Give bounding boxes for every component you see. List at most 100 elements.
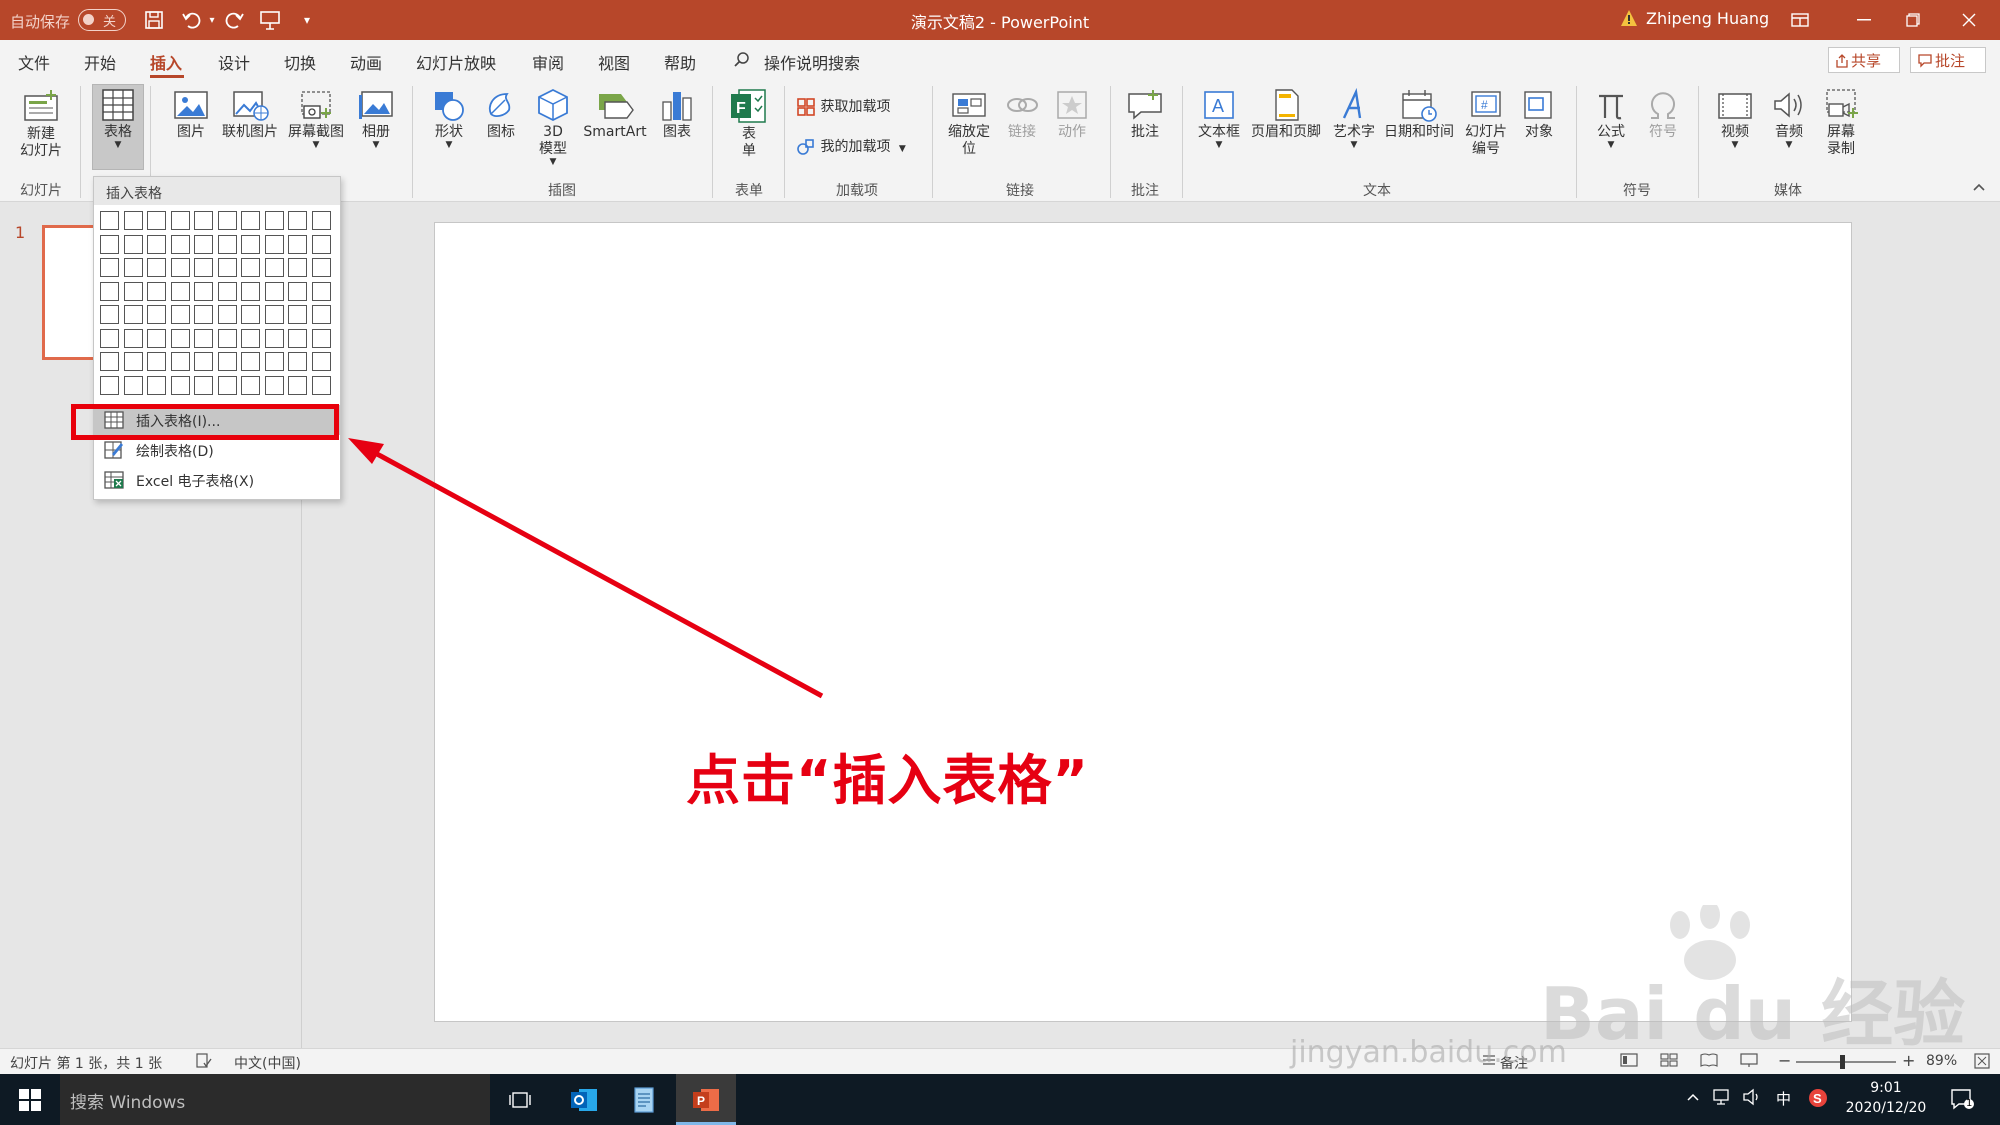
forms-button[interactable]: F 表 单 [722,88,776,160]
table-grid-cell[interactable] [100,305,119,324]
spellcheck-icon[interactable] [196,1053,212,1073]
table-grid-cell[interactable] [147,352,166,371]
object-button[interactable]: 对象 [1514,88,1564,141]
table-grid-cell[interactable] [170,234,190,254]
table-grid-cell[interactable] [100,375,119,395]
textbox-button[interactable]: A 文本框 ▼ [1192,88,1246,150]
language-indicator[interactable]: 中文(中国) [234,1053,301,1073]
table-grid-cell[interactable] [194,211,213,230]
redo-icon[interactable] [222,8,246,32]
table-grid-cell[interactable] [123,305,143,324]
normal-view-icon[interactable] [1620,1053,1638,1071]
table-grid-cell[interactable] [311,352,331,371]
table-grid-cell[interactable] [217,281,237,301]
powerpoint-taskbar-button[interactable]: P [676,1074,736,1125]
table-grid-cell[interactable] [241,234,260,254]
screen-recording-button[interactable]: 屏幕 录制 [1816,88,1866,158]
minimize-icon[interactable] [1840,0,1888,40]
table-grid-cell[interactable] [264,211,284,230]
volume-icon[interactable] [1742,1088,1762,1110]
table-grid-cell[interactable] [100,258,119,277]
new-slide-button[interactable]: 新建 幻灯片 [8,88,74,160]
slide-canvas[interactable] [434,222,1852,1022]
zoom-button[interactable]: 缩放定 位 [940,88,998,158]
tab-insert[interactable]: 插入 [150,50,182,74]
collapse-ribbon-icon[interactable] [1972,180,1986,196]
task-view-button[interactable] [490,1074,550,1125]
excel-spreadsheet-item[interactable]: Excel 电子表格(X) [94,465,340,495]
slide-number-button[interactable]: # 幻灯片 编号 [1458,88,1514,158]
tab-view[interactable]: 视图 [598,50,630,74]
new-comment-button[interactable]: 批注 [1120,88,1170,141]
table-grid-cell[interactable] [288,258,307,277]
table-grid-cell[interactable] [241,305,260,324]
table-grid-cell[interactable] [170,305,190,324]
customize-toolbar-icon[interactable]: ▾ [295,8,319,32]
icons-button[interactable]: 图标 [476,88,526,141]
table-grid-cell[interactable] [123,281,143,301]
network-icon[interactable] [1712,1088,1732,1110]
share-button[interactable]: 共享 [1828,47,1900,73]
table-grid-cell[interactable] [147,258,166,277]
table-grid-cell[interactable] [123,234,143,254]
table-grid-cell[interactable] [241,328,260,348]
table-grid-cell[interactable] [147,281,166,301]
table-grid-cell[interactable] [123,328,143,348]
equation-button[interactable]: 公式 ▼ [1586,88,1636,150]
table-grid-cell[interactable] [194,305,213,324]
table-grid-cell[interactable] [288,352,307,371]
table-grid-cell[interactable] [217,375,237,395]
table-grid-cell[interactable] [194,375,213,395]
table-grid-cell[interactable] [217,328,237,348]
zoom-slider[interactable] [1796,1061,1896,1063]
table-grid-cell[interactable] [241,375,260,395]
slide-sorter-icon[interactable] [1660,1053,1678,1071]
table-grid-cell[interactable] [288,328,307,348]
table-grid-cell[interactable] [241,281,260,301]
ime-indicator[interactable]: 中 [1776,1088,1791,1109]
table-grid-cell[interactable] [100,328,119,348]
tab-review[interactable]: 审阅 [532,50,564,74]
table-grid-cell[interactable] [288,234,307,254]
zoom-in-icon[interactable]: + [1902,1051,1915,1070]
notes-button[interactable]: 备注 [1500,1053,1528,1073]
tab-file[interactable]: 文件 [18,50,50,74]
table-grid-cell[interactable] [100,234,119,254]
my-addins-button[interactable]: 我的加载项 ▼ [796,136,926,157]
save-icon[interactable] [142,8,166,32]
date-time-button[interactable]: 日期和时间 [1380,88,1458,141]
table-grid-cell[interactable] [264,305,284,324]
windows-search-box[interactable]: 搜索 Windows [60,1074,490,1125]
vertical-scrollbar[interactable] [1974,203,1994,1048]
reading-view-icon[interactable] [1700,1053,1718,1071]
3d-models-button[interactable]: 3D 模型 ▼ [528,88,578,167]
audio-button[interactable]: 音频 ▼ [1764,88,1814,150]
autosave-toggle[interactable]: 关 [78,9,126,31]
table-button[interactable]: 表格 ▼ [92,88,144,150]
tab-design[interactable]: 设计 [218,50,250,74]
symbol-button[interactable]: 符号 [1638,88,1688,141]
restore-icon[interactable] [1889,0,1937,40]
present-icon[interactable] [258,8,282,32]
slideshow-view-icon[interactable] [1740,1053,1758,1071]
comments-button[interactable]: 批注 [1910,47,1986,73]
pictures-button[interactable]: 图片 [166,88,216,141]
table-grid-cell[interactable] [123,352,143,371]
table-grid-cell[interactable] [311,234,331,254]
table-grid-cell[interactable] [264,258,284,277]
table-grid-cell[interactable] [217,234,237,254]
table-grid-cell[interactable] [170,211,190,230]
search-icon[interactable] [733,50,751,73]
header-footer-button[interactable]: 页眉和页脚 [1246,88,1326,141]
table-grid-cell[interactable] [194,328,213,348]
link-button[interactable]: 链接 [1000,88,1044,141]
table-grid-cell[interactable] [170,258,190,277]
table-grid-cell[interactable] [311,211,331,230]
outlook-taskbar-button[interactable] [554,1074,614,1125]
table-grid-cell[interactable] [217,258,237,277]
table-grid-cell[interactable] [311,281,331,301]
tell-me-search[interactable]: 操作说明搜索 [764,50,860,74]
zoom-slider-thumb[interactable] [1840,1055,1845,1069]
table-grid-cell[interactable] [147,305,166,324]
tab-home[interactable]: 开始 [84,50,116,74]
